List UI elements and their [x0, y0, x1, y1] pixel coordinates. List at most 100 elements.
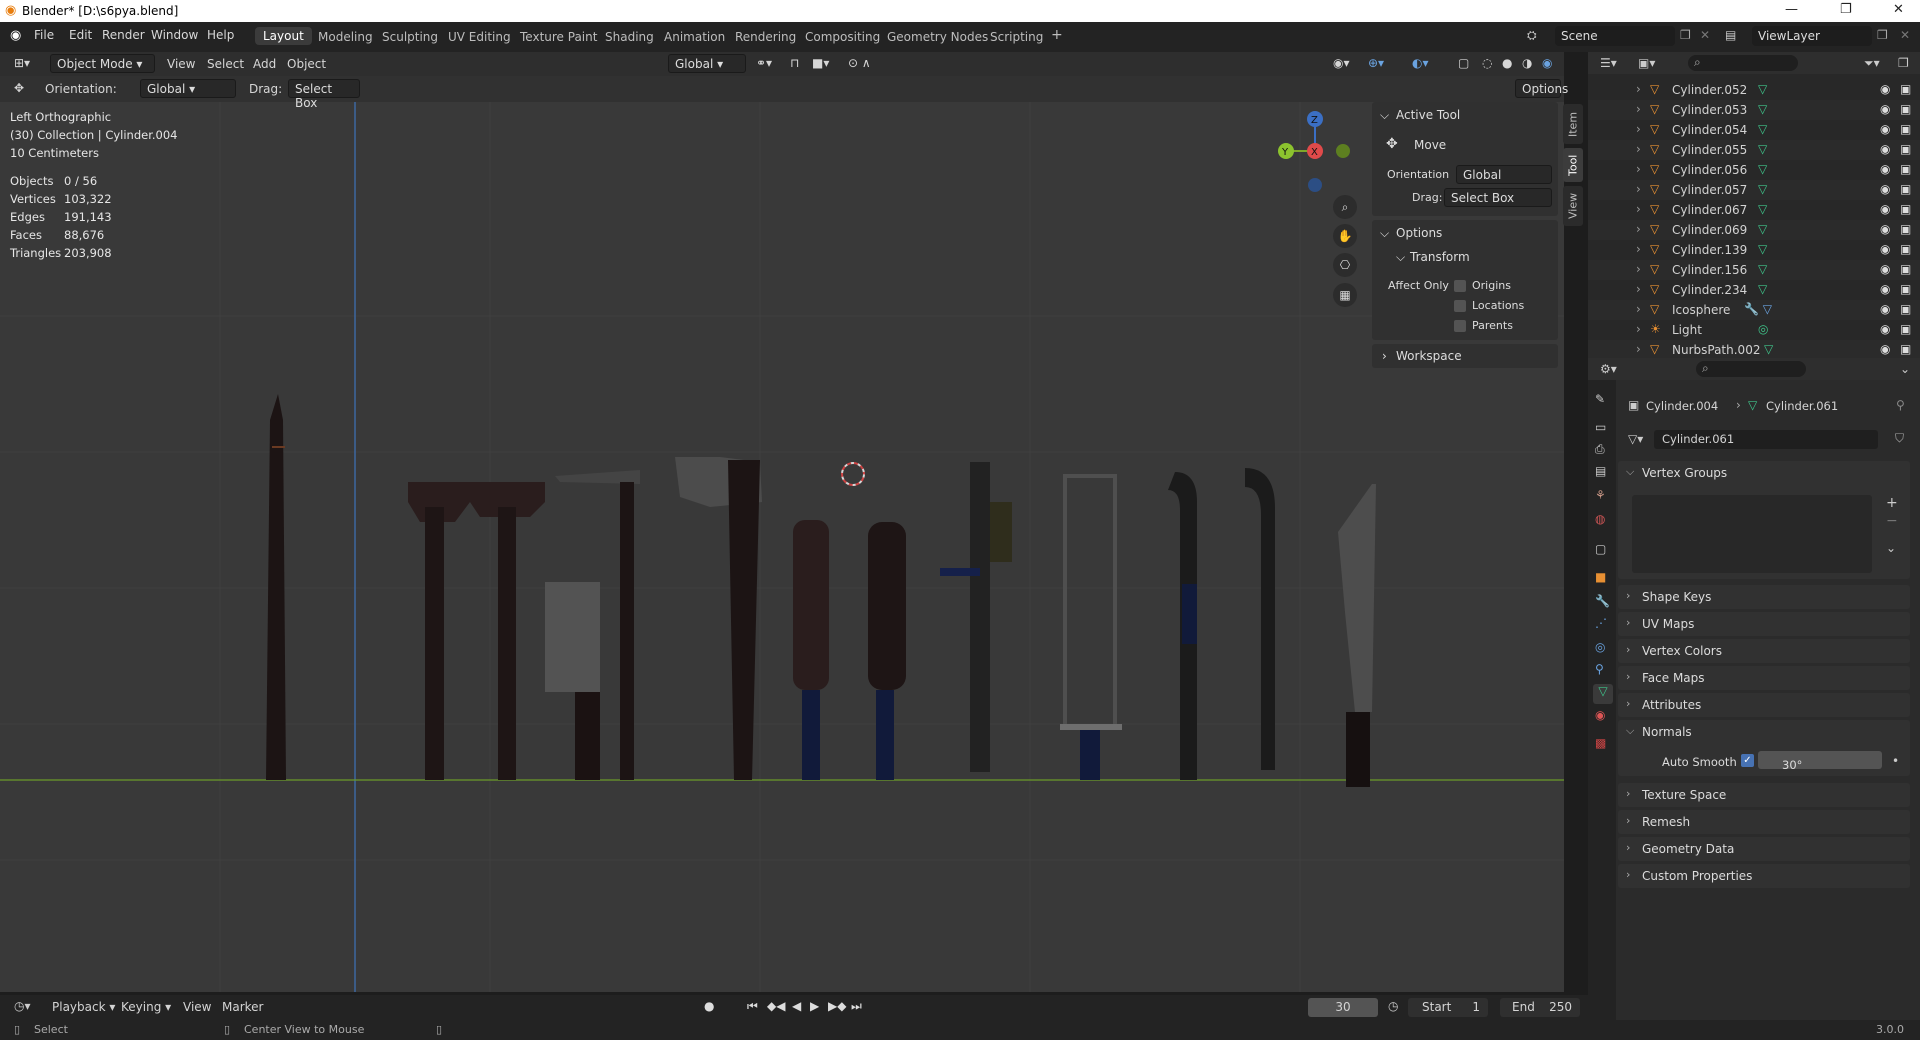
outliner-row[interactable]: › ▽ Cylinder.052 ▽ ◉ ▣: [1588, 80, 1920, 100]
render-camera-icon[interactable]: ▣: [1900, 342, 1911, 356]
stopwatch-icon[interactable]: ◷: [1388, 999, 1398, 1013]
eye-icon[interactable]: ◉: [1880, 282, 1890, 296]
orientation-dropdown[interactable]: Global ▾: [140, 79, 236, 98]
auto-smooth-checkbox[interactable]: ✓: [1741, 754, 1754, 767]
render-camera-icon[interactable]: ▣: [1900, 102, 1911, 116]
filter-icon[interactable]: ⏷▾: [1864, 56, 1880, 71]
expand-icon[interactable]: ›: [1636, 102, 1641, 116]
options-dropdown[interactable]: Options: [1515, 79, 1568, 98]
properties-editor-icon[interactable]: ⚙▾: [1600, 362, 1617, 376]
weapon-spiked-club[interactable]: [793, 520, 829, 780]
section-title[interactable]: Texture Space: [1642, 788, 1726, 802]
ortho-toggle-icon[interactable]: ▦: [1333, 283, 1357, 307]
chevron-right-icon[interactable]: ›: [1626, 814, 1630, 827]
face-maps-section[interactable]: › Face Maps: [1618, 666, 1910, 690]
section-title[interactable]: Remesh: [1642, 815, 1690, 829]
shape-keys-section[interactable]: › Shape Keys: [1618, 585, 1910, 609]
eye-icon[interactable]: ◉: [1880, 322, 1890, 336]
section-title[interactable]: Shape Keys: [1642, 590, 1711, 604]
menu-render[interactable]: Render: [102, 28, 145, 42]
current-frame-field[interactable]: 30: [1308, 998, 1378, 1017]
menu-help[interactable]: Help: [207, 28, 234, 42]
remove-vertex-group-icon[interactable]: −: [1886, 513, 1898, 529]
particles-tab-icon[interactable]: ⋰: [1595, 616, 1607, 630]
weapon-mace[interactable]: [940, 462, 1012, 772]
gizmo-toggle-icon[interactable]: ⊕▾: [1368, 56, 1384, 70]
chevron-right-icon[interactable]: ›: [1626, 787, 1630, 800]
chevron-down-icon[interactable]: ⌵: [1626, 724, 1634, 738]
weapon-hatchet[interactable]: [675, 457, 762, 780]
chevron-right-icon[interactable]: ›: [1626, 841, 1630, 854]
tab-scripting[interactable]: Scripting: [990, 30, 1043, 44]
chevron-down-icon[interactable]: ⌄: [1886, 541, 1896, 555]
material-tab-icon[interactable]: ◉: [1595, 708, 1605, 722]
eye-icon[interactable]: ◉: [1880, 202, 1890, 216]
mesh-data-icon[interactable]: ▽: [1758, 82, 1767, 96]
play-reverse-icon[interactable]: ◀: [792, 999, 801, 1013]
chevron-down-icon[interactable]: ⌵: [1380, 108, 1389, 123]
render-camera-icon[interactable]: ▣: [1900, 302, 1911, 316]
menu-playback[interactable]: Playback ▾: [52, 1000, 115, 1014]
tab-layout[interactable]: Layout: [255, 27, 312, 45]
delete-scene-icon[interactable]: ✕: [1700, 28, 1710, 42]
properties-search-input[interactable]: ⌕: [1696, 361, 1806, 377]
menu-marker[interactable]: Marker: [222, 1000, 263, 1014]
texture-space-section[interactable]: › Texture Space: [1618, 783, 1910, 807]
rendered-shading-icon[interactable]: ◉: [1542, 56, 1552, 70]
tab-compositing[interactable]: Compositing: [805, 30, 880, 44]
outliner-editor-icon[interactable]: ☰▾: [1600, 56, 1617, 70]
expand-icon[interactable]: ›: [1636, 302, 1641, 316]
expand-icon[interactable]: ›: [1636, 222, 1641, 236]
locations-checkbox[interactable]: Locations: [1454, 299, 1524, 312]
menu-view[interactable]: View: [167, 57, 195, 71]
modifier-tab-icon[interactable]: 🔧: [1595, 594, 1610, 608]
texture-tab-icon[interactable]: ▩: [1595, 736, 1606, 750]
render-camera-icon[interactable]: ▣: [1900, 282, 1911, 296]
drag-dropdown[interactable]: Select Box: [288, 79, 360, 110]
tab-tool[interactable]: Tool: [1563, 148, 1583, 182]
scene-selector[interactable]: Scene: [1555, 26, 1675, 46]
mesh-data-icon[interactable]: ▽: [1758, 122, 1767, 136]
eye-icon[interactable]: ◉: [1880, 142, 1890, 156]
mesh-browse-icon[interactable]: ▽▾: [1628, 432, 1643, 446]
object-tab-icon[interactable]: ■: [1595, 570, 1606, 584]
menu-view[interactable]: View: [183, 1000, 211, 1014]
weapon-hook-1[interactable]: [1168, 472, 1197, 780]
eye-icon[interactable]: ◉: [1880, 162, 1890, 176]
mesh-data-icon[interactable]: ▽: [1758, 242, 1767, 256]
tab-modeling[interactable]: Modeling: [318, 30, 373, 44]
editor-type-icon[interactable]: ⊞▾: [14, 56, 30, 70]
weapon-club[interactable]: [868, 522, 906, 780]
eye-icon[interactable]: ◉: [1880, 222, 1890, 236]
outliner-row[interactable]: › ▽ Cylinder.055 ▽ ◉ ▣: [1588, 140, 1920, 160]
attributes-section[interactable]: › Attributes: [1618, 693, 1910, 717]
section-title[interactable]: Attributes: [1642, 698, 1701, 712]
next-keyframe-icon[interactable]: ▶◆: [828, 999, 846, 1013]
expand-icon[interactable]: ›: [1636, 182, 1641, 196]
new-scene-icon[interactable]: ❐: [1680, 28, 1691, 42]
render-camera-icon[interactable]: ▣: [1900, 202, 1911, 216]
render-camera-icon[interactable]: ▣: [1900, 82, 1911, 96]
expand-icon[interactable]: ›: [1636, 282, 1641, 296]
fake-user-icon[interactable]: ⛉: [1895, 431, 1904, 446]
expand-icon[interactable]: ›: [1636, 342, 1641, 356]
constraints-tab-icon[interactable]: ⚲: [1595, 662, 1604, 676]
scene-tab-icon[interactable]: ⚘: [1595, 488, 1606, 502]
expand-icon[interactable]: ›: [1636, 162, 1641, 176]
physics-tab-icon[interactable]: ◎: [1595, 640, 1605, 654]
play-icon[interactable]: ▶: [810, 999, 819, 1013]
menu-select[interactable]: Select: [207, 57, 244, 71]
uv-maps-section[interactable]: › UV Maps: [1618, 612, 1910, 636]
chevron-right-icon[interactable]: ›: [1626, 616, 1630, 629]
eye-icon[interactable]: ◉: [1880, 82, 1890, 96]
keyframe-dot-icon[interactable]: •: [1892, 754, 1899, 768]
outliner-row[interactable]: › ▽ Cylinder.053 ▽ ◉ ▣: [1588, 100, 1920, 120]
chevron-down-icon[interactable]: ⌄: [1900, 362, 1910, 376]
tab-view[interactable]: View: [1563, 186, 1583, 226]
material-shading-icon[interactable]: ◑: [1522, 56, 1532, 70]
blender-menu-icon[interactable]: ◉: [10, 28, 21, 43]
remesh-section[interactable]: › Remesh: [1618, 810, 1910, 834]
camera-view-icon[interactable]: ⎔: [1333, 253, 1357, 277]
snap-target-icon[interactable]: ■▾: [812, 56, 829, 70]
chevron-down-icon[interactable]: ⌵: [1626, 465, 1634, 479]
